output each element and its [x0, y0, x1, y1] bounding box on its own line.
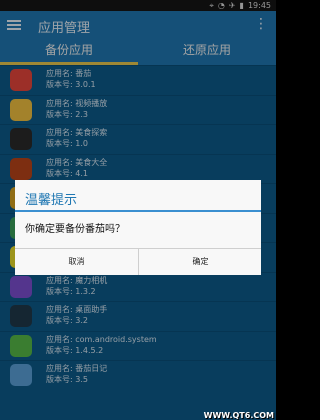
- confirm-dialog: 温馨提示 你确定要备份番茄吗？ 取消 确定: [15, 180, 261, 275]
- dialog-title: 温馨提示: [25, 193, 78, 208]
- dialog-title-divider: [15, 210, 261, 212]
- cancel-button[interactable]: 取消: [15, 249, 138, 275]
- confirm-button[interactable]: 确定: [139, 249, 262, 275]
- dialog-message: 你确定要备份番茄吗？: [25, 224, 125, 235]
- watermark: WWW.QT6.COM: [203, 411, 274, 420]
